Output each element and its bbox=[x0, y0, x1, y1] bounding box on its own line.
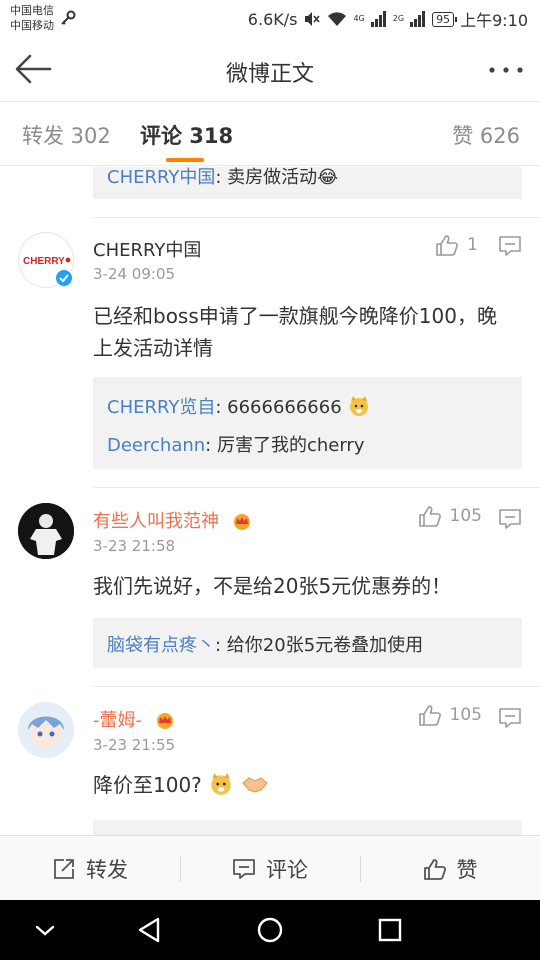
repost-button[interactable]: 转发 bbox=[0, 836, 180, 901]
like-action-button[interactable]: 赞 bbox=[360, 836, 540, 901]
bottom-action-bar: 转发 评论 赞 bbox=[0, 835, 540, 900]
chevron-down-icon[interactable] bbox=[27, 912, 63, 948]
carrier-2: 中国移动 bbox=[10, 19, 54, 32]
reply-author[interactable]: 脑袋有点疼丶 bbox=[107, 635, 215, 656]
handshake-emoji-icon bbox=[241, 777, 268, 793]
comment-author-name: -蕾姆- bbox=[93, 710, 142, 731]
like-label: 赞 bbox=[456, 857, 478, 882]
comment-feed[interactable]: CHERRY中国: 卖房做活动😂 CHERRY CHERRY中国 3-24 09… bbox=[0, 167, 540, 835]
divider bbox=[93, 487, 540, 488]
like-button[interactable]: 1 bbox=[435, 234, 478, 256]
battery-indicator: 95 bbox=[432, 11, 458, 27]
network-speed: 6.6K/s bbox=[247, 9, 298, 29]
reply-line: CHERRY中国: 卖房做活动😂 bbox=[107, 167, 338, 189]
verified-badge-icon bbox=[54, 268, 74, 288]
reply-author[interactable]: CHERRY中国 bbox=[107, 167, 215, 188]
thumbs-up-icon bbox=[418, 506, 441, 527]
tab-comment[interactable]: 评论 318 bbox=[140, 120, 233, 150]
comment-time: 3-23 21:55 bbox=[93, 736, 176, 754]
title-bar: 微博正文 bbox=[0, 36, 540, 102]
tab-like[interactable]: 赞 626 bbox=[452, 120, 520, 150]
reply-box[interactable]: 脑袋有点疼丶: 给你20张5元卷叠加使用 bbox=[93, 618, 522, 668]
nav-home-icon[interactable] bbox=[252, 912, 288, 948]
divider bbox=[93, 686, 540, 687]
reply-box[interactable]: CHERRY览自: 6666666666 Deerchann: 厉害了我的che… bbox=[93, 377, 522, 469]
comment-reply-icon[interactable] bbox=[498, 508, 522, 530]
signal-icon-2 bbox=[410, 11, 426, 27]
comment-item: 有些人叫我范神 3-23 21:58 105 我们先说好，不是给20张5元优惠券… bbox=[0, 503, 540, 673]
comment-time: 3-24 09:05 bbox=[93, 265, 176, 283]
thumbs-up-icon bbox=[436, 235, 459, 256]
more-icon[interactable] bbox=[486, 58, 526, 82]
vip-crown-icon bbox=[156, 713, 173, 729]
like-count: 105 bbox=[449, 506, 482, 526]
reply-text: : 6666666666 bbox=[215, 397, 342, 418]
reply-text: : 厉害了我的cherry bbox=[205, 435, 365, 456]
reply-line: CHERRY览自: 6666666666 bbox=[107, 393, 371, 419]
comment-text: 降价至100? bbox=[93, 769, 513, 801]
comment-label: 评论 bbox=[266, 857, 308, 882]
avatar-text: CHERRY bbox=[23, 256, 65, 267]
tab-bar: 转发 302 评论 318 赞 626 bbox=[0, 102, 540, 166]
comment-text-value: 降价至100? bbox=[93, 773, 202, 797]
tab-repost[interactable]: 转发 302 bbox=[22, 120, 111, 150]
comment-item: -蕾姆- 3-23 21:55 105 降价至100? bbox=[0, 702, 540, 835]
like-count: 1 bbox=[467, 235, 478, 255]
page-title: 微博正文 bbox=[225, 62, 314, 87]
comment-text: 已经和boss申请了一款旗舰今晚降价100，晚上发活动详情 bbox=[93, 304, 497, 360]
comment-time: 3-23 21:58 bbox=[93, 537, 176, 555]
reply-text: : 给你20张5元卷叠加使用 bbox=[215, 635, 424, 656]
reply-author[interactable]: Deerchann bbox=[107, 435, 205, 456]
comment-reply-icon[interactable] bbox=[498, 707, 522, 729]
avatar-image bbox=[18, 503, 74, 559]
signal-icon bbox=[370, 11, 386, 27]
comment-author[interactable]: CHERRY中国 bbox=[93, 236, 201, 262]
reply-author[interactable]: CHERRY览自 bbox=[107, 397, 215, 418]
reply-line: Deerchann: 厉害了我的cherry bbox=[107, 431, 364, 457]
comment-icon bbox=[233, 858, 255, 879]
carrier-1: 中国电信 bbox=[10, 4, 54, 17]
comment-text: 我们先说好，不是给20张5元优惠券的！ bbox=[93, 574, 452, 598]
divider bbox=[93, 217, 540, 218]
like-button[interactable]: 105 bbox=[418, 505, 482, 527]
status-right: 6.6K/s 4G 2G 95 上午9:10 bbox=[247, 8, 528, 31]
reply-box[interactable] bbox=[93, 820, 522, 835]
mute-icon bbox=[305, 12, 321, 26]
comment-author[interactable]: 有些人叫我范神 bbox=[93, 507, 253, 533]
tab-active-indicator bbox=[166, 158, 204, 162]
nav-recents-icon[interactable] bbox=[372, 912, 408, 948]
comment-button[interactable]: 评论 bbox=[180, 836, 360, 901]
avatar-image bbox=[18, 702, 74, 758]
like-count: 105 bbox=[449, 705, 482, 725]
reply-line: 脑袋有点疼丶: 给你20张5元卷叠加使用 bbox=[107, 631, 423, 657]
doge-emoji-icon bbox=[350, 396, 369, 416]
comment-author[interactable]: -蕾姆- bbox=[93, 706, 176, 732]
repost-label: 转发 bbox=[86, 857, 128, 882]
network-4g: 4G bbox=[353, 14, 365, 23]
thumbs-up-icon bbox=[418, 705, 441, 726]
system-nav-bar bbox=[0, 900, 540, 960]
wifi-icon bbox=[328, 12, 347, 26]
comment-item: CHERRY CHERRY中国 3-24 09:05 1 已经和boss申请了一… bbox=[0, 232, 540, 487]
carrier-info: 中国电信 中国移动 bbox=[10, 3, 54, 33]
doge-emoji-icon bbox=[211, 773, 231, 795]
reply-preview-box[interactable]: CHERRY中国: 卖房做活动😂 bbox=[93, 167, 522, 199]
thumbs-up-icon bbox=[423, 858, 446, 880]
status-bar: 中国电信 中国移动 6.6K/s 4G 2G 95 上午9:10 bbox=[0, 0, 540, 36]
avatar[interactable] bbox=[18, 702, 74, 758]
key-icon bbox=[61, 10, 76, 25]
nav-back-icon[interactable] bbox=[132, 912, 168, 948]
network-2g: 2G bbox=[392, 14, 405, 23]
repost-icon bbox=[54, 858, 74, 879]
like-button[interactable]: 105 bbox=[418, 704, 482, 726]
comment-reply-icon[interactable] bbox=[498, 235, 522, 257]
reply-text: : 卖房做活动😂 bbox=[215, 167, 339, 188]
comment-author-name: 有些人叫我范神 bbox=[93, 511, 219, 532]
avatar[interactable] bbox=[18, 503, 74, 559]
clock: 上午9:10 bbox=[460, 11, 528, 30]
vip-crown-icon bbox=[233, 514, 250, 530]
